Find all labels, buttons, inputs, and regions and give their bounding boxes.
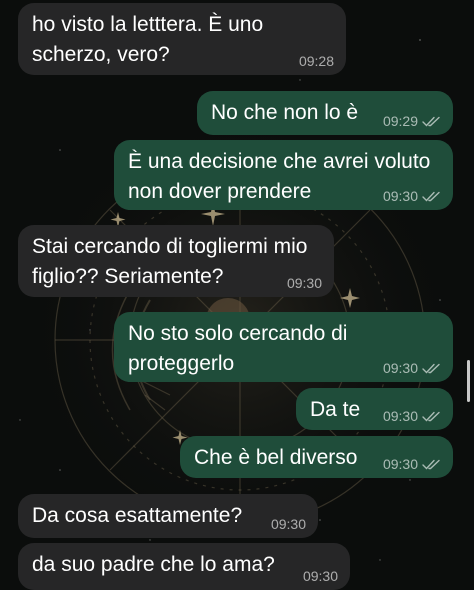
outgoing-message-bubble[interactable]: No sto solo cercando di proteggerlo 09:3… xyxy=(114,312,453,382)
message-time: 09:30 xyxy=(286,275,322,291)
outgoing-message-bubble[interactable]: È una decisione che avrei voluto non dov… xyxy=(114,140,453,210)
message-meta: 09:29 xyxy=(383,113,441,129)
double-check-icon xyxy=(422,411,440,422)
message-time: 09:28 xyxy=(298,53,334,69)
double-check-icon xyxy=(422,363,440,374)
incoming-message-bubble[interactable]: da suo padre che lo ama? 09:30 xyxy=(18,543,350,590)
outgoing-message-bubble[interactable]: No che non lo è 09:29 xyxy=(197,91,453,135)
message-time: 09:30 xyxy=(382,408,418,424)
message-meta: 09:28 xyxy=(299,53,334,69)
message-meta: 09:30 xyxy=(287,275,322,291)
message-meta: 09:30 xyxy=(383,360,441,376)
message-time: 09:30 xyxy=(302,568,338,584)
message-meta: 09:30 xyxy=(303,568,338,584)
message-meta: 09:30 xyxy=(383,188,441,204)
message-meta: 09:30 xyxy=(271,516,306,532)
message-text: ho visto la letttera. È uno scherzo, ver… xyxy=(32,13,264,66)
incoming-message-bubble[interactable]: ho visto la letttera. È uno scherzo, ver… xyxy=(18,3,346,75)
message-meta: 09:30 xyxy=(383,408,441,424)
scroll-indicator[interactable] xyxy=(467,360,470,402)
incoming-message-bubble[interactable]: Da cosa esattamente? 09:30 xyxy=(18,494,318,538)
incoming-message-bubble[interactable]: Stai cercando di togliermi mio figlio?? … xyxy=(18,225,334,297)
message-meta: 09:30 xyxy=(383,456,441,472)
message-time: 09:30 xyxy=(270,516,306,532)
outgoing-message-bubble[interactable]: Che è bel diverso 09:30 xyxy=(180,436,453,478)
message-text: Stai cercando di togliermi mio figlio?? … xyxy=(32,235,308,288)
message-time: 09:30 xyxy=(382,456,418,472)
double-check-icon xyxy=(422,459,440,470)
message-time: 09:30 xyxy=(382,188,418,204)
double-check-icon xyxy=(422,116,440,127)
message-time: 09:30 xyxy=(382,360,418,376)
message-text: da suo padre che lo ama? xyxy=(32,553,275,576)
double-check-icon xyxy=(422,191,440,202)
message-time: 09:29 xyxy=(382,113,418,129)
outgoing-message-bubble[interactable]: Da te 09:30 xyxy=(296,388,453,430)
message-text: Da cosa esattamente? xyxy=(32,504,243,527)
